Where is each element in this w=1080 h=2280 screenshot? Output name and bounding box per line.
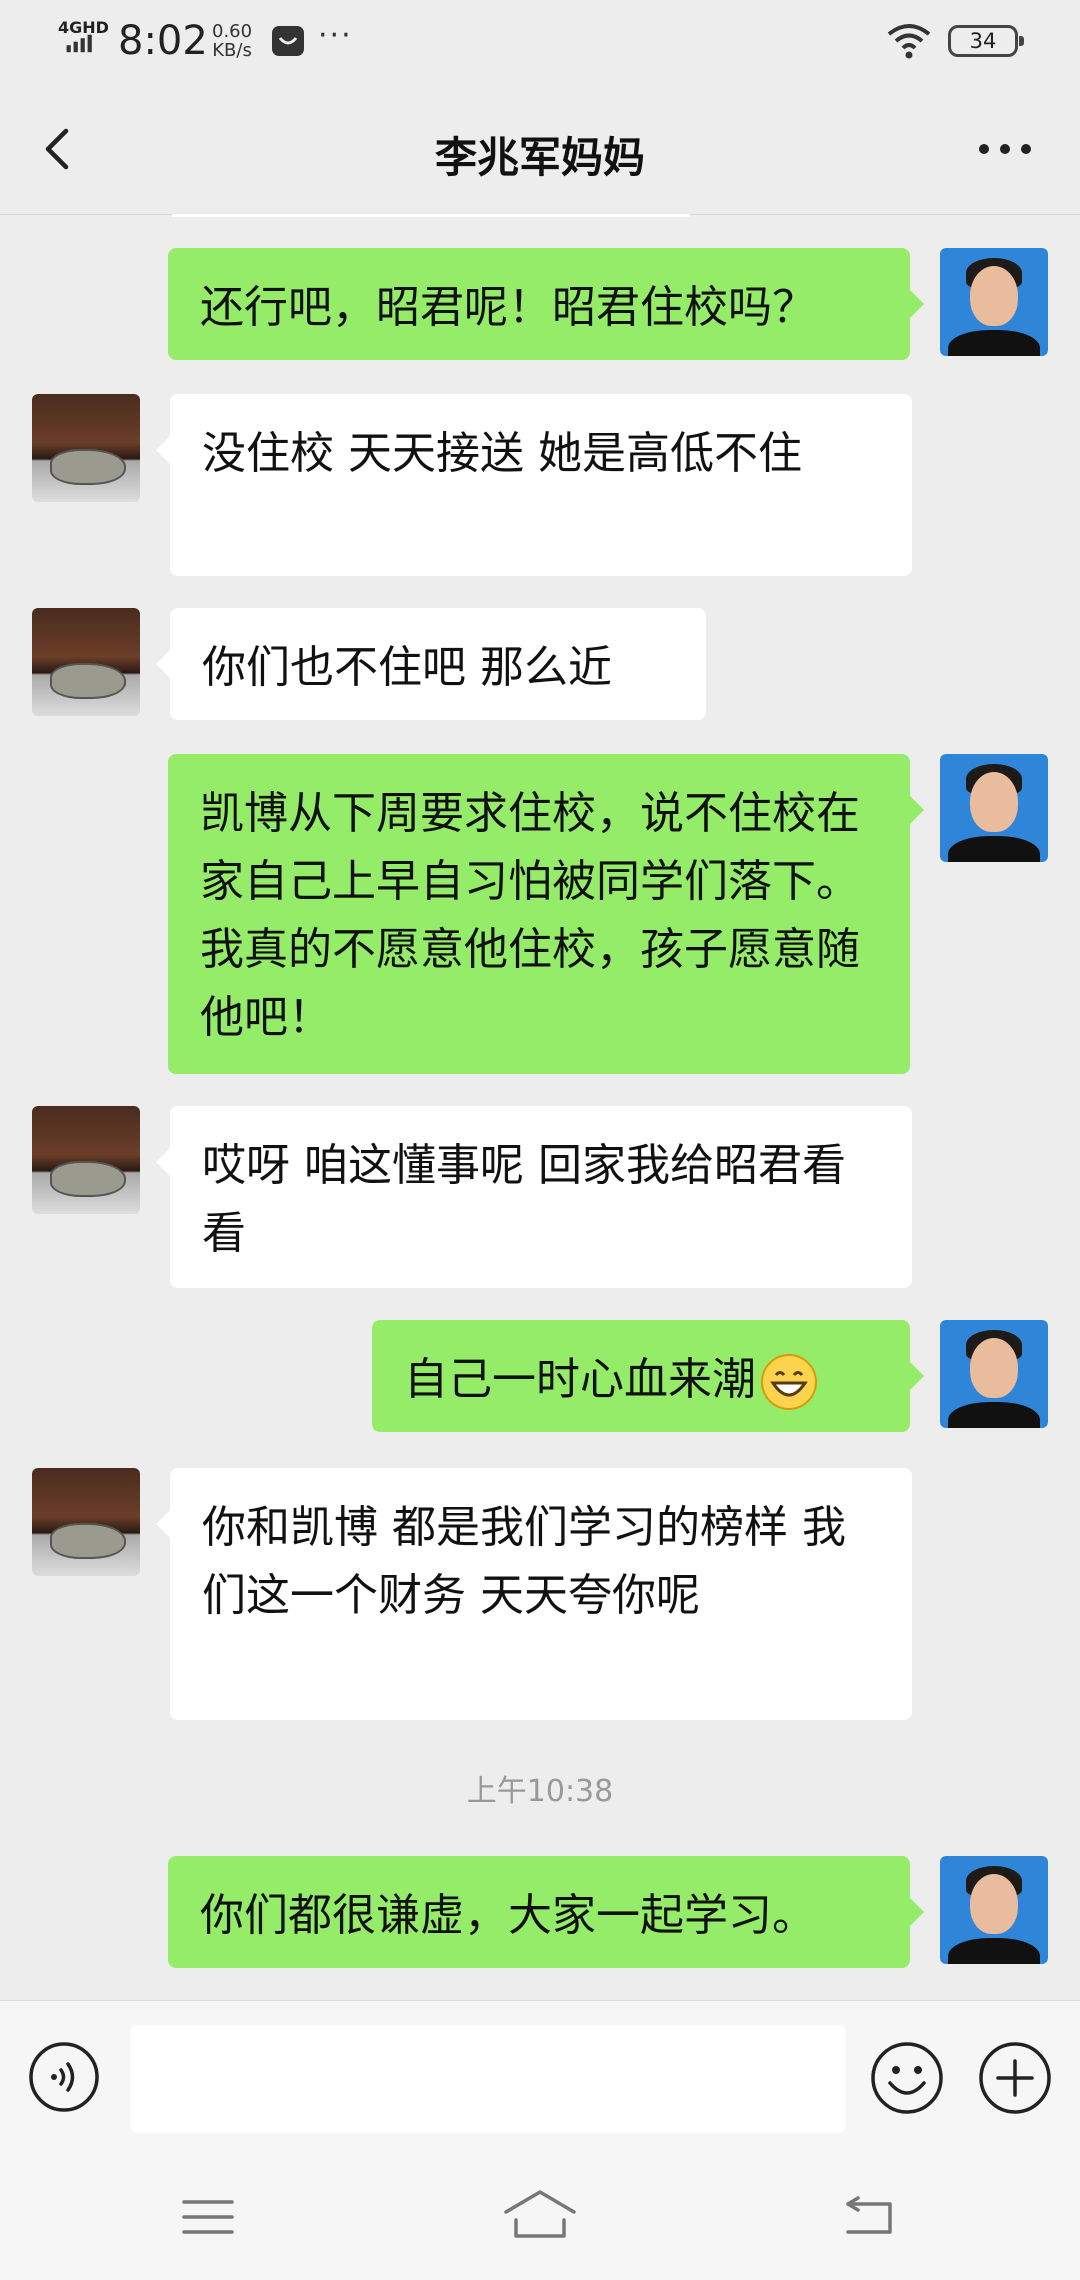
message-row-outgoing: 还行吧，昭君呢！昭君住校吗？ (0, 248, 1080, 362)
contact-avatar[interactable] (32, 1106, 140, 1214)
back-icon[interactable] (840, 2190, 896, 2240)
contact-avatar[interactable] (32, 394, 140, 502)
home-icon[interactable] (500, 2186, 580, 2242)
message-row-incoming: 没住校 天天接送 她是高低不住 (0, 394, 1080, 576)
message-text: 自己一时心血来潮 (404, 1354, 756, 1405)
chat-title: 李兆军妈妈 (434, 133, 645, 182)
message-row-outgoing: 自己一时心血来潮 (0, 1320, 1080, 1434)
incoming-bubble[interactable]: 你们也不住吧 那么近 (156, 608, 706, 720)
message-timestamp: 上午10:38 (466, 1774, 614, 1809)
incoming-bubble[interactable]: 哎呀 咱这懂事呢 回家我给昭君看看 (156, 1106, 912, 1288)
speed-value: 0.60 (212, 21, 253, 42)
message-input[interactable] (130, 2025, 846, 2133)
status-bar: 4GHD 8:02 0.60 KB/s ··· 34 (0, 0, 1080, 84)
battery-icon: 34 (948, 25, 1024, 57)
recent-apps-icon[interactable] (180, 2192, 236, 2242)
wifi-icon (887, 24, 931, 59)
voice-input-icon[interactable] (28, 2041, 100, 2113)
my-avatar[interactable] (940, 248, 1048, 356)
chat-header: 李兆军妈妈 (0, 84, 1080, 215)
more-notifications-icon: ··· (318, 18, 353, 53)
clock: 8:02 (118, 18, 208, 64)
message-row-incoming: 你和凯博 都是我们学习的榜样 我们这一个财务 天天夸你呢 (0, 1468, 1080, 1720)
previous-message-edge (172, 214, 690, 217)
outgoing-bubble[interactable]: 凯博从下周要求住校，说不住校在家自己上早自习怕被同学们落下。我真的不愿意他住校，… (168, 754, 924, 1074)
incoming-bubble[interactable]: 你和凯博 都是我们学习的榜样 我们这一个财务 天天夸你呢 (156, 1468, 912, 1720)
network-speed: 0.60 KB/s (212, 22, 252, 60)
message-row-incoming: 你们也不住吧 那么近 (0, 608, 1080, 722)
emoji-picker-icon[interactable] (870, 2041, 944, 2115)
message-row-outgoing: 凯博从下周要求住校，说不住校在家自己上早自习怕被同学们落下。我真的不愿意他住校，… (0, 754, 1080, 1076)
message-row-incoming: 哎呀 咱这懂事呢 回家我给昭君看看 (0, 1106, 1080, 1288)
my-avatar[interactable] (940, 1856, 1048, 1964)
message-list[interactable]: 还行吧，昭君呢！昭君住校吗？ 没住校 天天接送 她是高低不住 你们也不住吧 那么… (0, 214, 1080, 2000)
outgoing-bubble[interactable]: 还行吧，昭君呢！昭君住校吗？ (168, 248, 924, 360)
composer-bar (0, 2000, 1080, 2151)
outgoing-bubble[interactable]: 自己一时心血来潮 (372, 1320, 924, 1432)
incoming-bubble[interactable]: 没住校 天天接送 她是高低不住 (156, 394, 912, 576)
signal-icon (66, 34, 92, 53)
more-options-icon[interactable] (970, 124, 1040, 174)
outgoing-bubble[interactable]: 你们都很谦虚，大家一起学习。 (168, 1856, 924, 1968)
my-avatar[interactable] (940, 754, 1048, 862)
message-row-outgoing: 你们都很谦虚，大家一起学习。 (0, 1856, 1080, 1970)
contact-avatar[interactable] (32, 1468, 140, 1576)
message-notification-icon (272, 26, 304, 56)
system-nav-bar (0, 2150, 1080, 2280)
speed-unit: KB/s (212, 40, 252, 61)
plus-icon[interactable] (978, 2041, 1052, 2115)
contact-avatar[interactable] (32, 608, 140, 716)
my-avatar[interactable] (940, 1320, 1048, 1428)
grinning-face-emoji-icon (761, 1354, 817, 1410)
